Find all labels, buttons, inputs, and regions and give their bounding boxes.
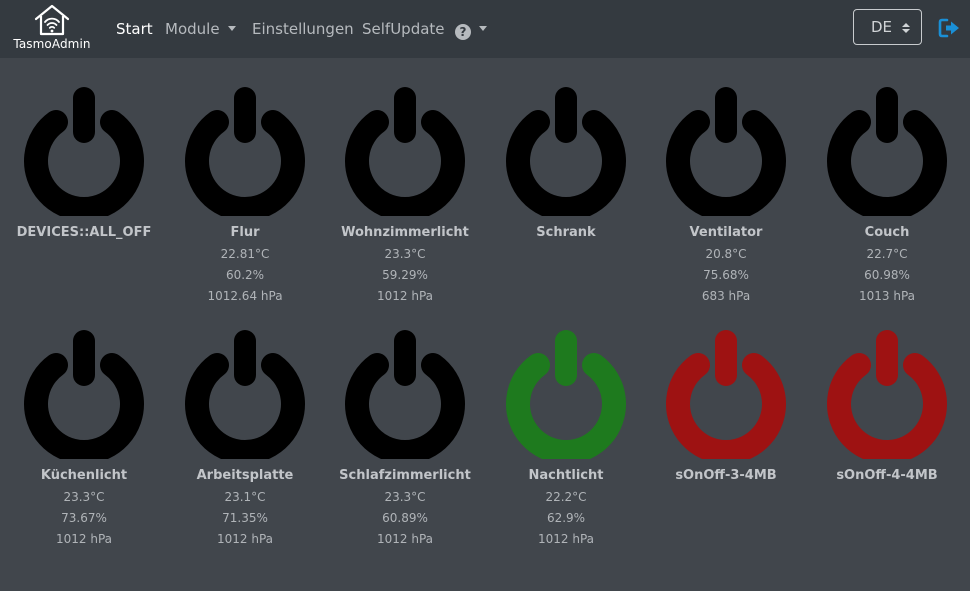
device-card-5: Couch 22.7°C 60.98% 1013 hPa (807, 84, 967, 304)
device-name: Arbeitsplatte (196, 468, 294, 483)
device-name: Wohnzimmerlicht (341, 225, 469, 240)
power-icon[interactable] (184, 84, 306, 216)
device-card-4: Ventilator 20.8°C 75.68% 683 hPa (646, 84, 806, 304)
device-card-10: sOnOff-3-4MB (646, 327, 806, 489)
device-name: Nachtlicht (528, 468, 604, 483)
device-name: Couch (864, 225, 910, 240)
temperature-value: 23.3°C (384, 490, 426, 504)
brand-logo-link[interactable]: TasmoAdmin (8, 4, 96, 56)
temperature-value: 23.3°C (63, 490, 105, 504)
nav-selfupdate[interactable]: SelfUpdate (362, 19, 445, 39)
device-card-0: DEVICES::ALL_OFF (4, 84, 164, 246)
temperature-value: 23.3°C (384, 247, 426, 261)
power-icon[interactable] (826, 84, 948, 216)
device-card-1: Flur 22.81°C 60.2% 1012.64 hPa (165, 84, 325, 304)
pressure-value: 1012 hPa (216, 532, 273, 546)
pressure-value: 1013 hPa (858, 289, 915, 303)
select-arrows-icon (902, 23, 910, 33)
device-card-3: Schrank (486, 84, 646, 246)
device-card-8: Schlafzimmerlicht 23.3°C 60.89% 1012 hPa (325, 327, 485, 547)
device-name: sOnOff-4-4MB (836, 468, 938, 483)
device-name: Schrank (536, 225, 596, 240)
power-icon[interactable] (23, 327, 145, 459)
power-icon[interactable] (665, 327, 787, 459)
language-select[interactable]: DE (853, 9, 922, 45)
nav-start[interactable]: Start (116, 19, 153, 39)
pressure-value: 1012 hPa (55, 532, 112, 546)
power-icon[interactable] (344, 84, 466, 216)
power-icon[interactable] (23, 84, 145, 216)
pressure-value: 1012 hPa (537, 532, 594, 546)
humidity-value: 60.98% (864, 268, 910, 282)
nav-settings[interactable]: Einstellungen (252, 19, 354, 39)
logout-icon[interactable] (938, 18, 960, 38)
pressure-value: 1012 hPa (376, 532, 433, 546)
temperature-value: 22.81°C (220, 247, 270, 261)
caret-down-icon (479, 26, 487, 31)
brand-name: TasmoAdmin (13, 37, 91, 51)
humidity-value: 73.67% (61, 511, 107, 525)
device-name: Ventilator (689, 225, 763, 240)
question-circle-icon: ? (455, 24, 471, 40)
humidity-value: 60.89% (382, 511, 428, 525)
temperature-value: 22.7°C (866, 247, 908, 261)
device-name: sOnOff-3-4MB (675, 468, 777, 483)
humidity-value: 75.68% (703, 268, 749, 282)
temperature-value: 23.1°C (224, 490, 266, 504)
power-icon[interactable] (344, 327, 466, 459)
device-name: DEVICES::ALL_OFF (16, 225, 152, 240)
pressure-value: 683 hPa (701, 289, 751, 303)
navbar: TasmoAdmin Start Module Einstellungen Se… (0, 0, 970, 58)
power-icon[interactable] (505, 84, 627, 216)
pressure-value: 1012.64 hPa (207, 289, 283, 303)
house-wifi-icon (34, 4, 70, 36)
humidity-value: 71.35% (222, 511, 268, 525)
pressure-value: 1012 hPa (376, 289, 433, 303)
device-card-2: Wohnzimmerlicht 23.3°C 59.29% 1012 hPa (325, 84, 485, 304)
nav-module-label: Module (165, 20, 220, 38)
humidity-value: 62.9% (546, 511, 586, 525)
language-selected: DE (871, 18, 893, 36)
temperature-value: 20.8°C (705, 247, 747, 261)
device-card-9: Nachtlicht 22.2°C 62.9% 1012 hPa (486, 327, 646, 547)
power-icon[interactable] (505, 327, 627, 459)
device-name: Flur (230, 225, 260, 240)
nav-help[interactable]: ? (455, 19, 487, 40)
nav-module[interactable]: Module (165, 19, 236, 39)
power-icon[interactable] (665, 84, 787, 216)
device-card-7: Arbeitsplatte 23.1°C 71.35% 1012 hPa (165, 327, 325, 547)
power-icon[interactable] (184, 327, 306, 459)
device-name: Schlafzimmerlicht (339, 468, 471, 483)
device-name: Küchenlicht (40, 468, 128, 483)
temperature-value: 22.2°C (545, 490, 587, 504)
humidity-value: 59.29% (382, 268, 428, 282)
device-card-6: Küchenlicht 23.3°C 73.67% 1012 hPa (4, 327, 164, 547)
power-icon[interactable] (826, 327, 948, 459)
caret-down-icon (227, 26, 236, 31)
humidity-value: 60.2% (225, 268, 265, 282)
device-card-11: sOnOff-4-4MB (807, 327, 967, 489)
